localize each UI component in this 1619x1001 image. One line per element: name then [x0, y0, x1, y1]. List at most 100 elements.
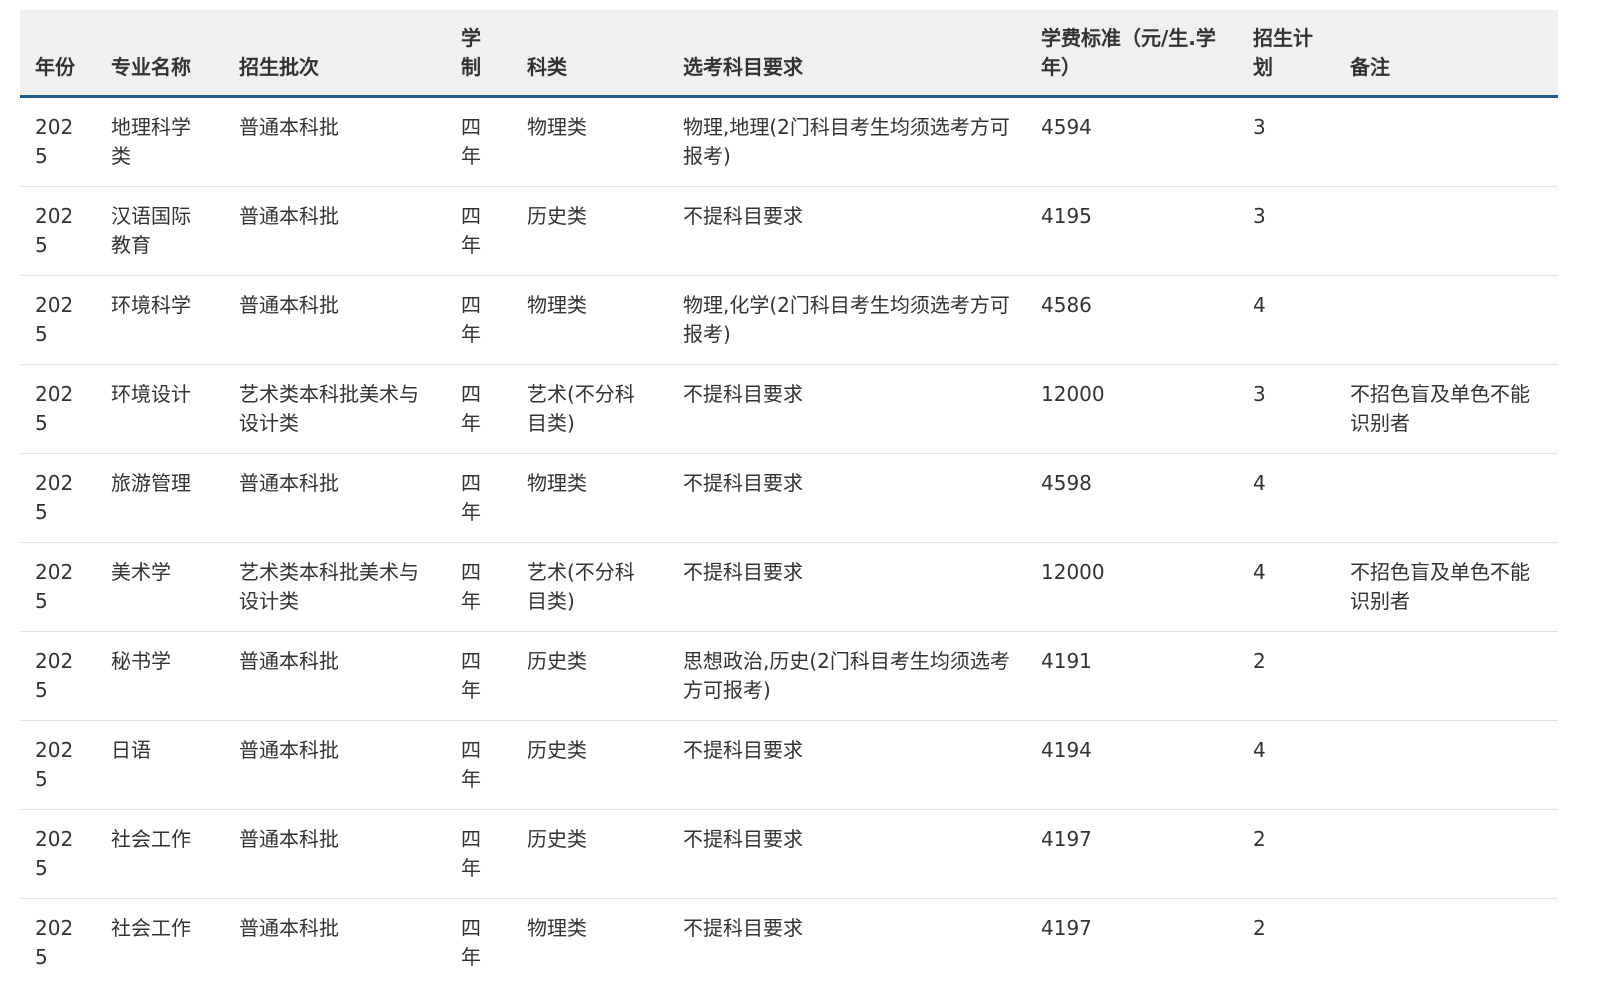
tuition-fee-cell: 4194	[1026, 720, 1238, 810]
table-body: 2025 地理科学类 普通本科批 四年 物理类 物理,地理(2门科目考生均须选考方可报考)…	[20, 96, 1558, 988]
program-length-cell: 四年	[447, 275, 512, 365]
admission-batch-cell: 普通本科批	[224, 720, 447, 810]
remarks-cell	[1335, 631, 1558, 721]
subject-requirement-cell: 不提科目要求	[668, 453, 1026, 543]
table-header: 年份 专业名称 招生批次 学制 科类 选考科目要求 学费标准（元/生.学年） 招…	[20, 10, 1558, 98]
tuition-fee-cell: 4191	[1026, 631, 1238, 721]
tuition-fee-cell: 4197	[1026, 809, 1238, 899]
tuition-fee-cell: 4598	[1026, 453, 1238, 543]
subject-category-cell: 艺术(不分科目类)	[512, 542, 668, 632]
tuition-fee-cell: 4195	[1026, 186, 1238, 276]
enrollment-plan-cell: 4	[1238, 453, 1335, 543]
enrollment-plan-cell: 4	[1238, 275, 1335, 365]
year-cell: 2025	[20, 96, 96, 187]
subject-category-cell: 物理类	[527, 916, 587, 940]
year-cell: 2025	[20, 364, 96, 454]
major-name-cell: 汉语国际教育	[96, 186, 224, 276]
header-subject-category: 科类	[512, 10, 668, 98]
subject-category-cell: 历史类	[512, 186, 668, 276]
year-cell: 2025	[20, 542, 96, 632]
remarks-cell	[1335, 809, 1558, 899]
admission-batch-cell: 普通本科批	[224, 275, 447, 365]
remarks-cell: 不招色盲及单色不能识别者	[1335, 542, 1558, 632]
program-length-cell: 四年	[447, 364, 512, 454]
subject-category-cell: 历史类	[512, 720, 668, 810]
major-name-cell: 秘书学	[96, 631, 224, 721]
subject-requirement-cell: 不提科目要求	[668, 542, 1026, 632]
header-major-name: 专业名称	[96, 10, 224, 98]
enrollment-plan-cell: 4	[1238, 720, 1335, 810]
header-row: 年份 专业名称 招生批次 学制 科类 选考科目要求 学费标准（元/生.学年） 招…	[20, 10, 1558, 98]
admission-batch-cell: 普通本科批	[224, 453, 447, 543]
major-name-cell: 环境科学	[96, 275, 224, 365]
table-row: 2025 环境设计 艺术类本科批美术与设计类 四年 艺术(不分科目类) 不提科目要求 120…	[20, 364, 1558, 454]
subject-requirement-cell: 思想政治,历史(2门科目考生均须选考方可报考)	[668, 631, 1026, 721]
remarks-cell	[1335, 453, 1558, 543]
tuition-fee-cell: 12000	[1026, 364, 1238, 454]
header-subject-requirement: 选考科目要求	[668, 10, 1026, 98]
major-name-cell: 日语	[96, 720, 224, 810]
program-length-cell: 四年	[447, 809, 512, 899]
major-name-cell: 美术学	[96, 542, 224, 632]
subject-requirement-cell: 不提科目要求	[668, 186, 1026, 276]
admission-plan-table-container: 年份 专业名称 招生批次 学制 科类 选考科目要求 学费标准（元/生.学年） 招…	[20, 10, 1558, 987]
year-cell: 2025	[20, 631, 96, 721]
major-name-cell: 环境设计	[96, 364, 224, 454]
enrollment-plan-cell: 2	[1253, 916, 1266, 940]
remarks-cell	[1335, 720, 1558, 810]
enrollment-plan-cell: 3	[1238, 364, 1335, 454]
subject-category-cell: 物理类	[512, 96, 668, 187]
table-row: 2025 日语 普通本科批 四年 历史类 不提科目要求 4194 4	[20, 720, 1558, 810]
table-row: 2025 旅游管理 普通本科批 四年 物理类 不提科目要求 4598 4	[20, 453, 1558, 543]
major-name-cell: 地理科学类	[96, 96, 224, 187]
admission-batch-cell: 普通本科批	[224, 96, 447, 187]
header-remarks: 备注	[1335, 10, 1558, 98]
admission-batch-cell: 普通本科批	[224, 631, 447, 721]
header-enrollment-plan: 招生计划	[1238, 10, 1335, 98]
remarks-cell	[1335, 275, 1558, 365]
program-length-cell: 四年	[461, 916, 481, 969]
header-year: 年份	[20, 10, 96, 98]
year-cell: 2025	[20, 186, 96, 276]
major-name-cell: 社会工作	[96, 809, 224, 899]
header-admission-batch: 招生批次	[224, 10, 447, 98]
subject-requirement-cell: 物理,化学(2门科目考生均须选考方可报考)	[668, 275, 1026, 365]
subject-category-cell: 物理类	[512, 275, 668, 365]
subject-requirement-cell: 不提科目要求	[683, 916, 803, 940]
table-row: 2025 地理科学类 普通本科批 四年 物理类 物理,地理(2门科目考生均须选考方可报考)…	[20, 96, 1558, 187]
program-length-cell: 四年	[447, 96, 512, 187]
remarks-cell: 不招色盲及单色不能识别者	[1335, 364, 1558, 454]
table-row: 2025 汉语国际教育 普通本科批 四年 历史类 不提科目要求 4195 3	[20, 186, 1558, 276]
table-row: 2025 秘书学 普通本科批 四年 历史类 思想政治,历史(2门科目考生均须选考方可报考)…	[20, 631, 1558, 721]
year-cell: 2025	[20, 720, 96, 810]
enrollment-plan-cell: 3	[1238, 186, 1335, 276]
admission-batch-cell: 普通本科批	[239, 916, 339, 940]
enrollment-plan-cell: 2	[1238, 809, 1335, 899]
table-row: 2025 美术学 艺术类本科批美术与设计类 四年 艺术(不分科目类) 不提科目要求 1200…	[20, 542, 1558, 632]
subject-category-cell: 历史类	[512, 631, 668, 721]
remarks-cell	[1335, 96, 1558, 187]
program-length-cell: 四年	[447, 720, 512, 810]
admission-batch-cell: 普通本科批	[224, 186, 447, 276]
admission-batch-cell: 艺术类本科批美术与设计类	[224, 542, 447, 632]
enrollment-plan-cell: 2	[1238, 631, 1335, 721]
tuition-fee-cell: 4586	[1026, 275, 1238, 365]
header-tuition-fee: 学费标准（元/生.学年）	[1026, 10, 1238, 98]
remarks-cell	[1335, 186, 1558, 276]
tuition-fee-cell: 4594	[1026, 96, 1238, 187]
year-cell: 2025	[20, 453, 96, 543]
subject-requirement-cell: 不提科目要求	[668, 364, 1026, 454]
year-cell: 2025	[35, 916, 74, 969]
program-length-cell: 四年	[447, 453, 512, 543]
admission-batch-cell: 艺术类本科批美术与设计类	[224, 364, 447, 454]
program-length-cell: 四年	[447, 186, 512, 276]
table-row: 2025 社会工作 普通本科批 四年 历史类 不提科目要求 4197 2	[20, 809, 1558, 899]
tuition-fee-cell: 12000	[1026, 542, 1238, 632]
enrollment-plan-cell: 4	[1238, 542, 1335, 632]
admission-plan-table: 年份 专业名称 招生批次 学制 科类 选考科目要求 学费标准（元/生.学年） 招…	[20, 10, 1558, 987]
subject-category-cell: 历史类	[512, 809, 668, 899]
subject-requirement-cell: 物理,地理(2门科目考生均须选考方可报考)	[668, 96, 1026, 187]
major-name-cell: 社会工作	[111, 916, 191, 940]
subject-requirement-cell: 不提科目要求	[668, 720, 1026, 810]
year-cell: 2025	[20, 275, 96, 365]
